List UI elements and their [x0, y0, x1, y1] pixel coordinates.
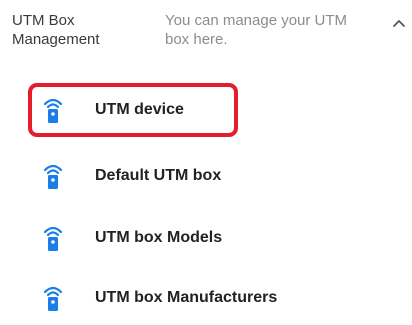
menu-item-utm-device[interactable]: UTM device: [28, 83, 238, 137]
utm-device-icon: [43, 286, 63, 311]
menu-item-label: Default UTM box: [95, 167, 222, 184]
section-header[interactable]: UTM Box Management You can manage your U…: [0, 0, 412, 60]
menu-item-label: UTM device: [95, 101, 184, 118]
utm-device-icon: [43, 164, 63, 189]
menu-item-label: UTM box Manufacturers: [95, 289, 278, 306]
utm-device-icon: [43, 226, 63, 251]
menu-item-utm-box-models[interactable]: UTM box Models: [28, 211, 238, 265]
menu-item-utm-box-manufacturers[interactable]: UTM box Manufacturers: [28, 271, 277, 325]
menu-item-default-utm-box[interactable]: Default UTM box: [28, 149, 238, 203]
menu-item-label: UTM box Models: [95, 229, 223, 246]
section-description: You can manage your UTM box here.: [165, 12, 348, 48]
utm-device-icon: [43, 98, 63, 123]
section-title: UTM Box Management: [12, 12, 100, 48]
chevron-up-icon[interactable]: [392, 18, 406, 28]
